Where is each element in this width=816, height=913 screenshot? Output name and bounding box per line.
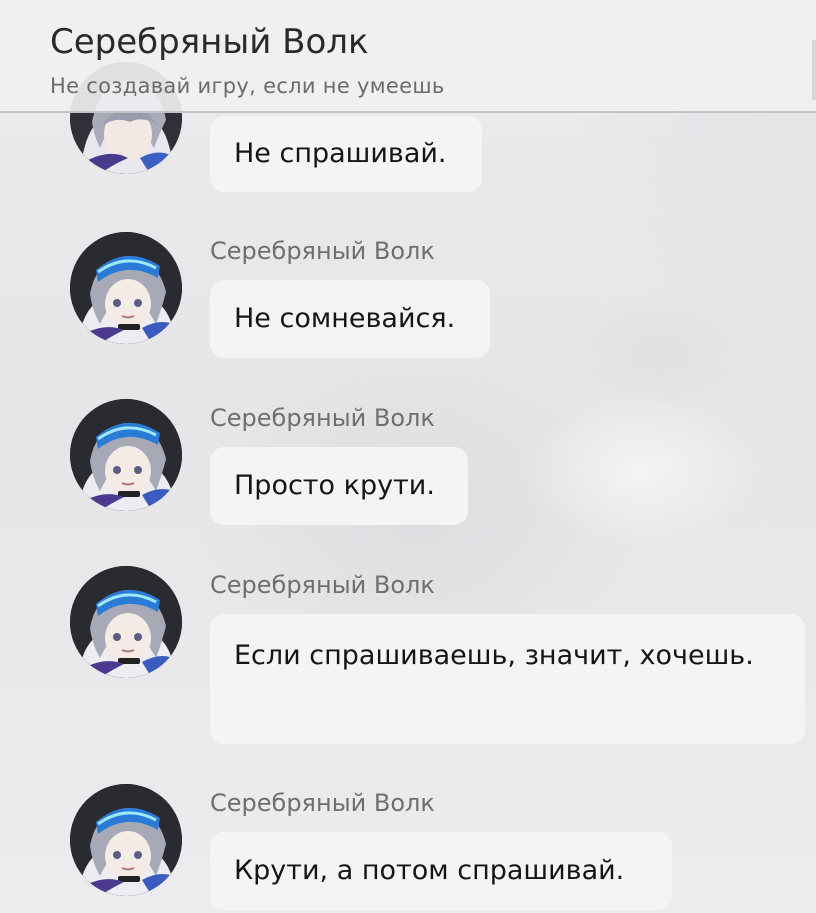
silver-wolf-avatar-icon [70,399,182,511]
chat-header: Серебряный Волк Не создавай игру, если н… [0,0,816,113]
sender-name: Серебряный Волк [210,789,435,817]
message-bubble[interactable]: Просто крути. [210,447,468,525]
message-bubble[interactable]: Крути, а потом спрашивай. [210,832,672,910]
message-item: Серебряный Волк Если спрашиваешь, значит… [0,564,816,746]
sender-name: Серебряный Волк [210,404,435,432]
sender-name: Серебряный Волк [210,237,435,265]
message-item: Серебряный Волк Не сомневайся. [0,230,816,370]
message-bubble[interactable]: Если спрашиваешь, значит, хочешь. [210,614,805,744]
message-bubble[interactable]: Не сомневайся. [210,280,490,358]
header-edge-divider [812,40,816,100]
message-text: Не сомневайся. [234,303,456,334]
avatar-icon[interactable] [70,399,182,511]
message-text: Если спрашиваешь, значит, хочешь. [234,640,754,671]
message-item: Серебряный Волк Крути, а потом спрашивай… [0,782,816,913]
silver-wolf-avatar-icon [70,566,182,678]
message-text: Не спрашивай. [234,138,447,169]
sender-name: Серебряный Волк [210,571,435,599]
message-text: Просто крути. [234,470,435,501]
chat-subtitle: Не создавай игру, если не умеешь [50,74,445,98]
message-text: Крути, а потом спрашивай. [234,855,625,886]
message-item: Серебряный Волк Просто крути. [0,397,816,537]
message-list[interactable]: Не спрашивай. Серебряный Волк Не сомнева… [0,0,816,913]
avatar-icon[interactable] [70,232,182,344]
silver-wolf-avatar-icon [70,784,182,896]
chat-title: Серебряный Волк [50,22,369,62]
message-bubble[interactable]: Не спрашивай. [210,116,482,192]
avatar-icon[interactable] [70,784,182,896]
avatar-icon[interactable] [70,566,182,678]
silver-wolf-avatar-icon [70,232,182,344]
